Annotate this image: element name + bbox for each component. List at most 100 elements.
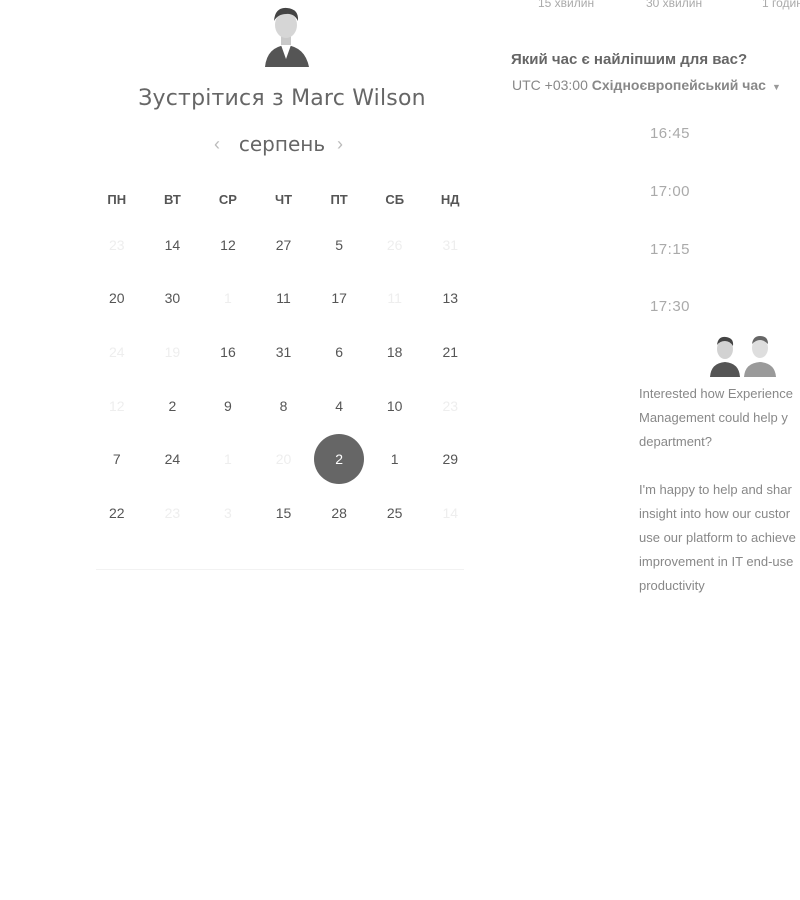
host-avatar <box>261 3 311 67</box>
day-number: 25 <box>386 504 403 521</box>
calendar-day[interactable]: 29 <box>422 432 478 486</box>
day-number: 28 <box>331 504 347 521</box>
day-number: 1 <box>224 451 232 468</box>
description-line: productivity <box>639 578 705 593</box>
day-number: 31 <box>442 236 459 253</box>
day-number: 9 <box>224 397 232 414</box>
calendar-day: 31 <box>422 218 478 272</box>
calendar-day: 1 <box>200 272 256 326</box>
description-paragraph: Interested how Experience Management cou… <box>639 382 800 454</box>
description-paragraph: I'm happy to help and shar insight into … <box>639 478 800 598</box>
calendar-body: 23 14 12 27 5 26 31 20 30 1 11 17 11 13 24 19 16 31 6 18 21 1… <box>89 218 478 540</box>
day-number: 17 <box>331 290 347 307</box>
calendar-day[interactable]: 6 <box>311 325 367 379</box>
calendar-day[interactable]: 20 <box>89 272 145 326</box>
day-number: 11 <box>387 290 402 307</box>
calendar-day: 20 <box>256 432 312 486</box>
day-number: 27 <box>275 236 292 253</box>
description-line: Interested how Experience <box>639 386 793 401</box>
day-number: 7 <box>112 451 121 468</box>
day-number: 1 <box>390 451 399 468</box>
duration-30[interactable]: 30 хвилин <box>646 0 702 10</box>
day-number: 1 <box>224 290 232 307</box>
calendar-day[interactable]: 21 <box>422 325 478 379</box>
day-number: 5 <box>335 236 343 253</box>
day-number: 31 <box>275 343 292 360</box>
calendar-week-row: 24 19 16 31 6 18 21 <box>89 325 478 379</box>
description-line: I'm happy to help and shar <box>639 482 792 497</box>
calendar-day[interactable]: 13 <box>422 272 478 326</box>
calendar-day[interactable]: 24 <box>145 432 201 486</box>
duration-options: 15 хвилин 30 хвилин 1 годин <box>520 0 800 10</box>
calendar-day[interactable]: 8 <box>256 379 312 433</box>
calendar-day: 11 <box>367 272 423 326</box>
calendar-day[interactable]: 1 <box>367 432 423 486</box>
chevron-right-icon[interactable]: › <box>337 134 343 154</box>
calendar-day: 12 <box>89 379 145 433</box>
day-number: 12 <box>220 236 236 253</box>
calendar-day[interactable]: 15 <box>256 486 312 540</box>
day-number: 10 <box>386 397 403 414</box>
calendar-day[interactable]: 9 <box>200 379 256 433</box>
day-number: 8 <box>279 397 288 414</box>
calendar-day[interactable]: 2 <box>145 379 201 433</box>
time-slot[interactable]: 16:45 <box>620 125 720 142</box>
weekday-label: ЧТ <box>274 192 293 207</box>
calendar-day: 19 <box>145 325 201 379</box>
calendar-week-row: 22 23 3 15 28 25 14 <box>89 486 478 540</box>
day-number: 16 <box>220 343 236 360</box>
duration-15[interactable]: 15 хвилин <box>538 0 594 10</box>
timezone-offset: UTC +03:00 <box>512 77 588 93</box>
caret-down-icon: ▼ <box>771 82 781 92</box>
day-number: 14 <box>442 504 459 521</box>
calendar-day: 23 <box>145 486 201 540</box>
day-number: 23 <box>164 504 181 521</box>
meeting-description: Interested how Experience Management cou… <box>639 382 800 622</box>
calendar-day[interactable]: 11 <box>256 272 312 326</box>
day-number: 24 <box>164 451 181 468</box>
calendar-day[interactable]: 7 <box>89 432 145 486</box>
day-number: 20 <box>275 451 292 468</box>
calendar-day[interactable]: 27 <box>256 218 312 272</box>
selected-day[interactable]: 2 <box>311 432 367 486</box>
day-number: 30 <box>164 290 181 307</box>
calendar-day[interactable]: 25 <box>367 486 423 540</box>
calendar-day[interactable]: 30 <box>145 272 201 326</box>
day-number: 23 <box>109 236 125 253</box>
weekday-label: ПТ <box>330 192 348 207</box>
day-number: 12 <box>109 397 125 414</box>
calendar-day[interactable]: 31 <box>256 325 312 379</box>
calendar-day[interactable]: 12 <box>200 218 256 272</box>
calendar-day: 24 <box>89 325 145 379</box>
calendar-day[interactable]: 10 <box>367 379 423 433</box>
weekday-label: НД <box>440 192 460 207</box>
calendar-day[interactable]: 16 <box>200 325 256 379</box>
day-number: 29 <box>442 451 459 468</box>
time-slot[interactable]: 17:00 <box>620 183 720 200</box>
weekday-label: СР <box>218 192 237 207</box>
month-navigation: ‹ серпень › <box>200 132 364 162</box>
calendar-day[interactable]: 18 <box>367 325 423 379</box>
day-number: 2 <box>314 434 365 485</box>
day-number: 11 <box>276 290 291 307</box>
day-number: 19 <box>164 343 181 360</box>
calendar-day: 3 <box>200 486 256 540</box>
calendar-day: 1 <box>200 432 256 486</box>
day-number: 26 <box>386 236 403 253</box>
calendar-day[interactable]: 4 <box>311 379 367 433</box>
calendar-day: 14 <box>422 486 478 540</box>
day-number: 3 <box>224 504 232 521</box>
time-slot[interactable]: 17:15 <box>620 241 720 258</box>
day-number: 24 <box>109 343 125 360</box>
calendar-day[interactable]: 14 <box>145 218 201 272</box>
day-number: 15 <box>275 504 292 521</box>
duration-60[interactable]: 1 годин <box>762 0 800 10</box>
timezone-select[interactable]: UTC +03:00 Східноєвропейський час ▼ <box>512 77 781 93</box>
time-slot[interactable]: 17:30 <box>620 298 720 315</box>
day-number: 18 <box>386 343 403 360</box>
calendar-day[interactable]: 28 <box>311 486 367 540</box>
calendar-day[interactable]: 22 <box>89 486 145 540</box>
calendar-day[interactable]: 17 <box>311 272 367 326</box>
calendar-day[interactable]: 5 <box>311 218 367 272</box>
day-number: 2 <box>168 397 177 414</box>
